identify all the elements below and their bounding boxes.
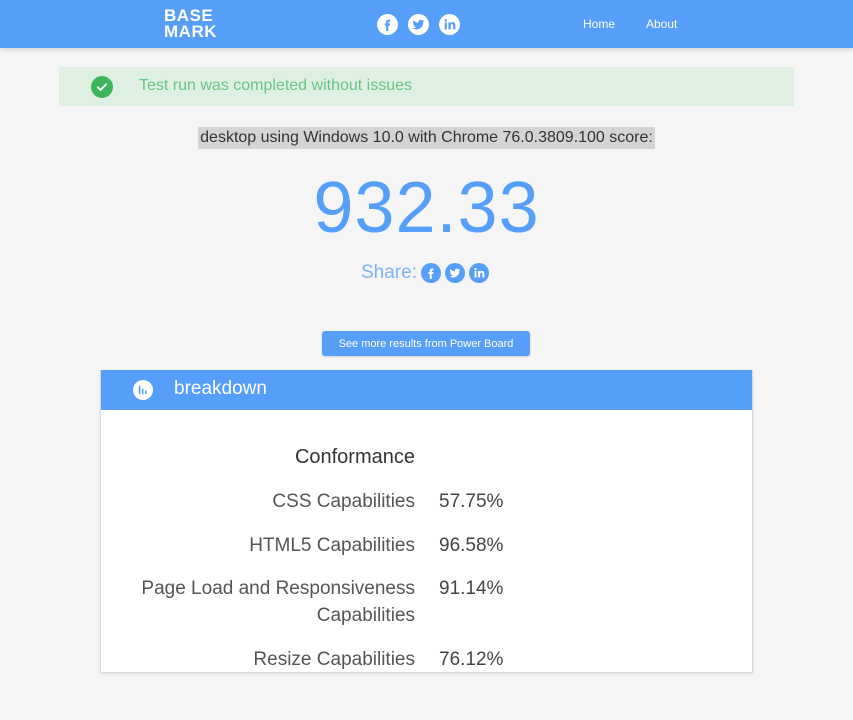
row-value: 57.75% bbox=[439, 491, 504, 512]
top-navbar: BASE MARK Home About bbox=[0, 0, 853, 48]
nav-about-link[interactable]: About bbox=[646, 17, 677, 31]
score-subtitle: desktop using Windows 10.0 with Chrome 7… bbox=[198, 127, 655, 149]
breakdown-title: breakdown bbox=[174, 378, 267, 399]
nav-home-link[interactable]: Home bbox=[583, 17, 615, 31]
row-label: Resize Capabilities bbox=[253, 649, 415, 670]
facebook-icon[interactable] bbox=[377, 14, 398, 35]
score-subtitle-container: desktop using Windows 10.0 with Chrome 7… bbox=[0, 127, 853, 149]
share-label: Share: bbox=[361, 262, 417, 283]
alert-message: Test run was completed without issues bbox=[139, 77, 413, 94]
share-twitter-icon[interactable] bbox=[444, 263, 465, 283]
basemark-logo[interactable]: BASE MARK bbox=[164, 7, 217, 41]
header-social-links bbox=[377, 14, 460, 35]
row-value: 76.12% bbox=[439, 649, 504, 670]
breakdown-header[interactable]: breakdown bbox=[101, 370, 752, 410]
success-alert: Test run was completed without issues bbox=[59, 67, 794, 106]
share-facebook-icon[interactable] bbox=[420, 263, 441, 283]
row-label: Page Load and Responsiveness Capabilitie… bbox=[141, 578, 415, 626]
linkedin-icon[interactable] bbox=[439, 14, 460, 35]
check-circle-icon bbox=[91, 76, 113, 98]
row-label: CSS Capabilities bbox=[272, 491, 415, 512]
logo-line-2: MARK bbox=[164, 22, 217, 41]
breakdown-card: breakdown Conformance CSS Capabilities 5… bbox=[100, 370, 753, 673]
power-board-button[interactable]: See more results from Power Board bbox=[322, 331, 530, 356]
conformance-heading: Conformance bbox=[294, 446, 415, 468]
score-value: 932.33 bbox=[313, 168, 540, 248]
share-row: Share: bbox=[361, 262, 489, 284]
row-label: HTML5 Capabilities bbox=[249, 535, 415, 556]
row-value: 96.58% bbox=[439, 535, 504, 556]
twitter-icon[interactable] bbox=[408, 14, 429, 35]
bar-chart-icon bbox=[133, 380, 153, 400]
share-linkedin-icon[interactable] bbox=[468, 263, 489, 283]
row-value: 91.14% bbox=[439, 578, 504, 599]
